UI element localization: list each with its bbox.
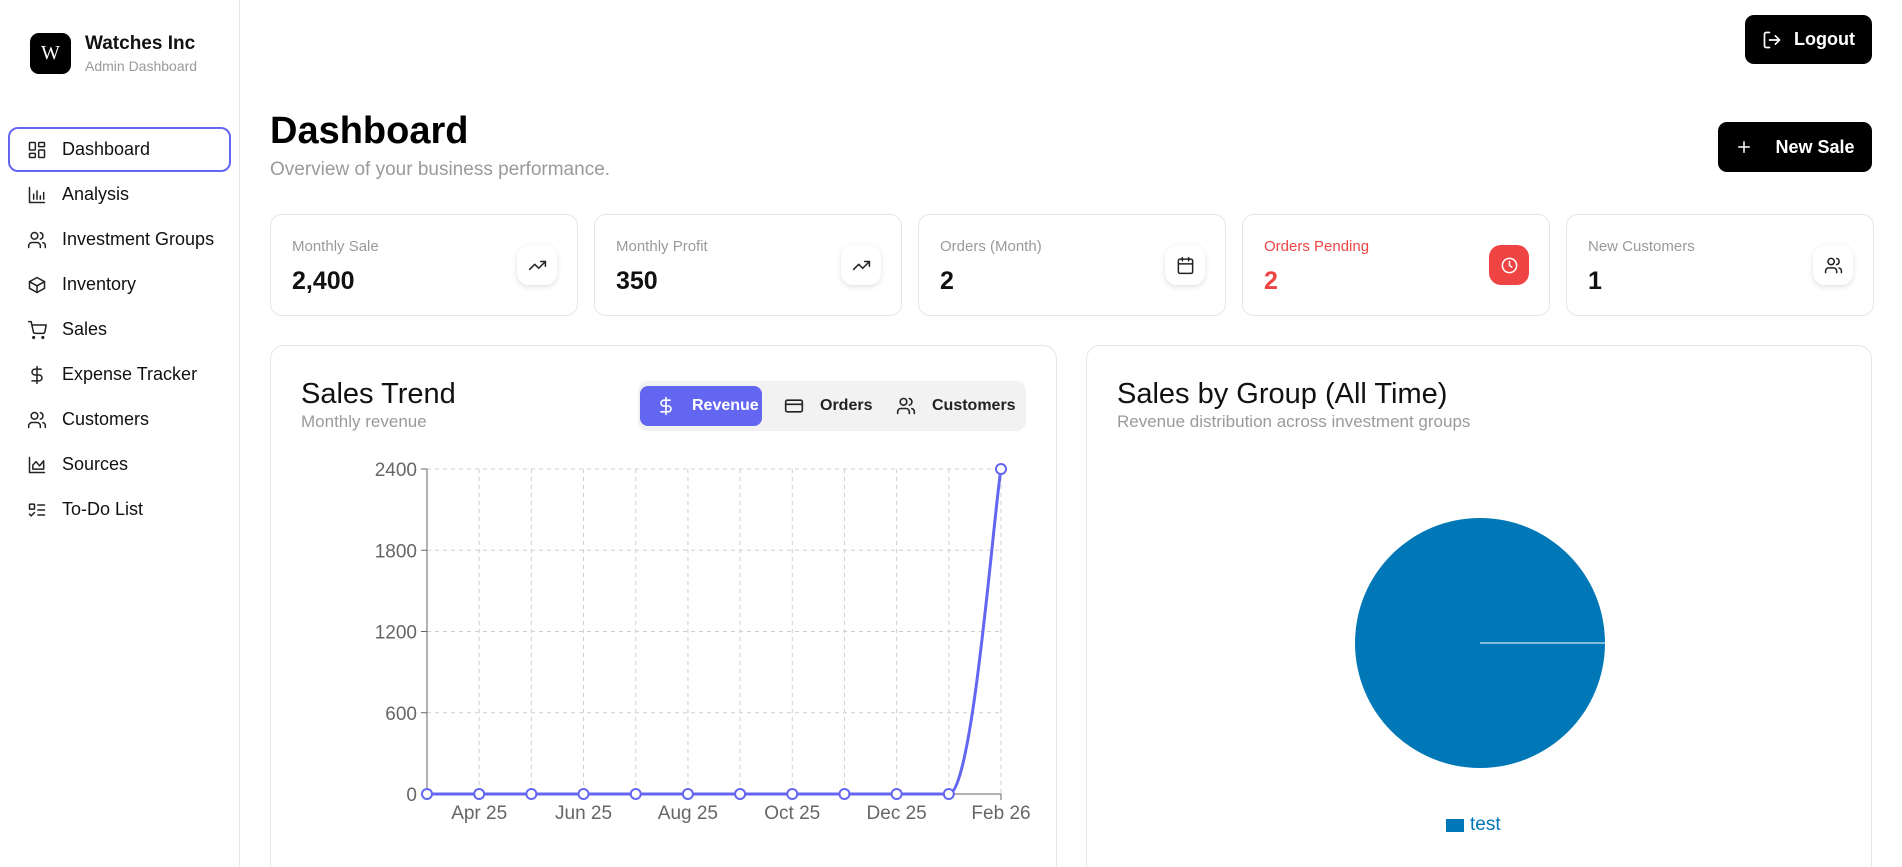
list-todo-icon bbox=[28, 502, 46, 517]
data-point bbox=[995, 463, 1007, 475]
sales-by-group-pie-chart bbox=[1355, 518, 1605, 768]
stat-label: New Customers bbox=[1588, 238, 1695, 255]
y-tick-label: 1200 bbox=[375, 623, 417, 644]
stat-value: 350 bbox=[616, 267, 658, 295]
sidebar-item-label: Investment Groups bbox=[62, 229, 215, 249]
area-chart-icon bbox=[28, 456, 46, 473]
bar-chart-icon bbox=[28, 186, 46, 203]
grid-icon bbox=[28, 141, 46, 158]
sales-trend-chart: 0 600 1200 1800 2400 Apr 25 Jun 25 Aug 25 Oct 25… bbox=[375, 460, 1031, 824]
stat-card-orders-month: Orders (Month) 2 bbox=[918, 214, 1226, 316]
sidebar-item-label: Sales bbox=[62, 319, 108, 339]
x-tick-label: Dec 25 bbox=[867, 803, 927, 824]
page-title: Dashboard bbox=[270, 110, 469, 152]
stat-value: 2,400 bbox=[292, 267, 355, 295]
brand-subtitle: Admin Dashboard bbox=[85, 58, 198, 74]
stat-icon-box bbox=[1813, 245, 1853, 285]
y-tick-label: 0 bbox=[406, 785, 417, 806]
logout-button[interactable]: Logout bbox=[1745, 15, 1872, 64]
box-icon bbox=[28, 276, 46, 293]
users-icon bbox=[27, 411, 47, 428]
users-icon bbox=[1824, 257, 1842, 273]
data-point bbox=[421, 788, 433, 800]
new-sale-label: New Sale bbox=[1775, 136, 1855, 157]
logout-label: Logout bbox=[1794, 29, 1855, 49]
data-point bbox=[525, 788, 538, 800]
plus-icon bbox=[1738, 141, 1751, 153]
stat-card-orders-pending: Orders Pending 2 bbox=[1242, 214, 1550, 316]
sales-trend-card: Sales Trend Monthly revenue Revenue Orde… bbox=[270, 345, 1057, 867]
sales-by-group-card: Sales by Group (All Time) Revenue distri… bbox=[1086, 345, 1872, 867]
sidebar-item-label: Inventory bbox=[62, 274, 137, 294]
sidebar-item-label: Expense Tracker bbox=[62, 364, 198, 384]
stat-icon-box bbox=[517, 245, 557, 285]
sidebar-item-label: Sources bbox=[62, 454, 129, 474]
sidebar-item-sales[interactable]: Sales bbox=[8, 307, 231, 352]
x-tick-label: Apr 25 bbox=[451, 803, 507, 824]
brand-name: Watches Inc bbox=[85, 33, 196, 54]
legend-swatch bbox=[1446, 818, 1464, 832]
stat-icon-box bbox=[841, 245, 881, 285]
sidebar-nav: Dashboard Analysis Investment Groups Inv… bbox=[8, 127, 231, 532]
pie-legend: test bbox=[1446, 814, 1501, 836]
sidebar-item-investment-groups[interactable]: Investment Groups bbox=[8, 217, 231, 262]
trending-up-icon bbox=[528, 260, 546, 270]
data-point bbox=[942, 788, 955, 800]
data-point bbox=[473, 788, 486, 800]
new-sale-button[interactable]: New Sale bbox=[1718, 122, 1872, 172]
stat-icon-box bbox=[1489, 245, 1529, 285]
dollar-icon bbox=[31, 365, 43, 384]
stat-label: Orders (Month) bbox=[940, 238, 1042, 255]
brand: W Watches Inc Admin Dashboard bbox=[30, 33, 197, 74]
stat-value: 1 bbox=[1588, 267, 1602, 295]
stat-value: 2 bbox=[1264, 267, 1278, 295]
stat-label: Monthly Profit bbox=[616, 238, 708, 255]
calendar-icon bbox=[1177, 256, 1193, 274]
x-tick-label: Aug 25 bbox=[658, 803, 718, 824]
y-tick-label: 2400 bbox=[375, 460, 417, 481]
data-point bbox=[786, 788, 799, 800]
data-point bbox=[838, 788, 851, 800]
data-point bbox=[681, 788, 694, 800]
sidebar-item-dashboard[interactable]: Dashboard bbox=[8, 127, 231, 172]
sidebar-item-inventory[interactable]: Inventory bbox=[8, 262, 231, 307]
stats-row: Monthly Sale 2,400 Monthly Profit 350 Or… bbox=[270, 214, 1874, 316]
users-icon bbox=[27, 231, 47, 248]
stat-card-monthly-profit: Monthly Profit 350 bbox=[594, 214, 902, 316]
revenue-series-line bbox=[427, 468, 1003, 796]
data-point bbox=[890, 788, 903, 800]
sidebar-item-to-do-list[interactable]: To-Do List bbox=[8, 487, 231, 532]
y-tick-label: 600 bbox=[385, 704, 417, 725]
cart-icon bbox=[27, 320, 47, 339]
x-tick-label: Jun 25 bbox=[555, 803, 612, 824]
sidebar-item-label: Customers bbox=[62, 409, 150, 429]
sidebar-item-analysis[interactable]: Analysis bbox=[8, 172, 231, 217]
stat-label: Orders Pending bbox=[1264, 238, 1370, 255]
sidebar-item-sources[interactable]: Sources bbox=[8, 442, 231, 487]
brand-logo-letter: W bbox=[41, 42, 60, 64]
data-point bbox=[629, 788, 642, 800]
x-tick-label: Feb 26 bbox=[971, 803, 1030, 824]
sidebar: W Watches Inc Admin Dashboard Dashboard … bbox=[0, 0, 240, 867]
logout-icon bbox=[1763, 31, 1781, 48]
legend-label: test bbox=[1470, 814, 1501, 835]
page-subtitle: Overview of your business performance. bbox=[270, 159, 611, 180]
data-point bbox=[734, 788, 747, 800]
sidebar-item-label: Dashboard bbox=[62, 139, 151, 159]
stat-icon-box bbox=[1165, 245, 1205, 285]
x-tick-label: Oct 25 bbox=[764, 803, 820, 824]
brand-logo: W bbox=[30, 33, 71, 74]
stat-value: 2 bbox=[940, 267, 954, 295]
stat-card-new-customers: New Customers 1 bbox=[1566, 214, 1874, 316]
sidebar-item-expense-tracker[interactable]: Expense Tracker bbox=[8, 352, 231, 397]
sidebar-item-label: To-Do List bbox=[62, 499, 144, 519]
sidebar-item-customers[interactable]: Customers bbox=[8, 397, 231, 442]
stat-label: Monthly Sale bbox=[292, 238, 379, 255]
clock-icon bbox=[1501, 257, 1517, 273]
sidebar-item-label: Analysis bbox=[62, 184, 130, 204]
y-tick-label: 1800 bbox=[375, 541, 417, 562]
stat-card-monthly-sale: Monthly Sale 2,400 bbox=[270, 214, 578, 316]
data-point bbox=[577, 788, 590, 800]
trending-up-icon bbox=[852, 260, 870, 270]
